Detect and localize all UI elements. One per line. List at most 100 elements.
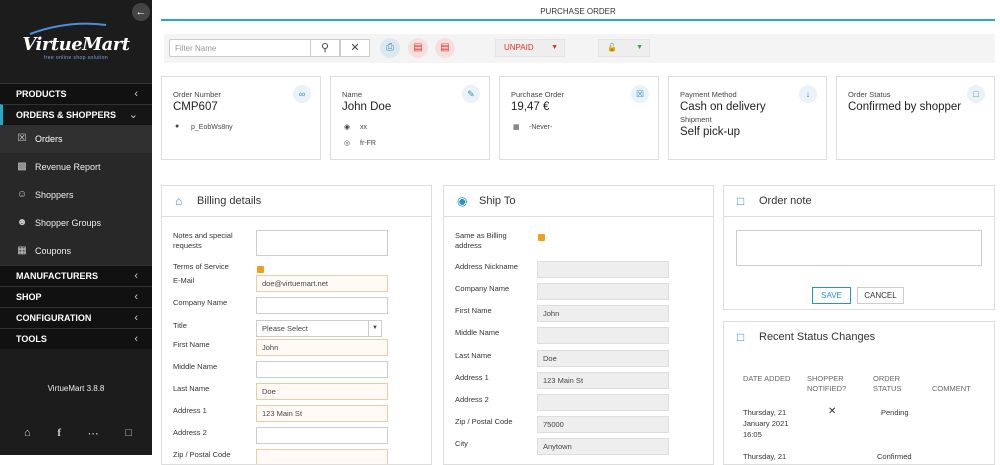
order-number-value: CMP607	[173, 101, 218, 113]
location-icon: ◉	[344, 124, 351, 131]
ship-company-label: Company Name	[455, 284, 510, 293]
caret-down-icon: ▼	[551, 44, 558, 51]
cart-icon: ☒	[17, 133, 27, 144]
search-icon: ⚲	[320, 42, 330, 54]
page-title: PURCHASE ORDER	[161, 0, 995, 21]
order-note-textarea[interactable]	[736, 230, 982, 266]
save-button[interactable]: SAVE	[812, 287, 851, 304]
lock-select[interactable]: 🔓 ▼	[598, 39, 650, 57]
users-icon: ☻	[16, 217, 28, 228]
last-name-field[interactable]: Doe	[256, 383, 388, 400]
clear-button[interactable]: ✕	[340, 39, 370, 57]
title-select-value: Please Select	[262, 324, 308, 333]
comment-icon[interactable]: □	[967, 85, 985, 103]
lock-icon: □	[737, 194, 745, 208]
sidebar-menu: PRODUCTS ‹ ORDERS & SHOPPERS ⌄ ☒ Orders ▩ Reven…	[0, 83, 152, 349]
order-pass: p_EobWs8ny	[191, 124, 233, 131]
ship-middle-name-label: Middle Name	[455, 328, 500, 337]
menu-section-products[interactable]: PRODUCTS ‹	[0, 83, 152, 104]
order-status-select[interactable]: UNPAID ▼	[495, 39, 565, 57]
menu-section-label: CONFIGURATION	[16, 313, 92, 323]
arrow-left-icon: ←	[135, 6, 147, 18]
row2-status: Confirmed	[877, 452, 912, 461]
ship-first-name-field[interactable]: John	[537, 305, 669, 322]
filter-name-input[interactable]: Filter Name	[169, 39, 312, 57]
ship-address1-field[interactable]: 123 Main St	[537, 372, 669, 389]
email-label: E-Mail	[173, 276, 195, 285]
customer-name-label: Name	[342, 90, 363, 99]
collapse-sidebar-button[interactable]: ←	[132, 3, 150, 21]
ship-last-name-field[interactable]: Doe	[537, 350, 669, 367]
order-note-title: Order note	[759, 195, 812, 207]
sidebar-item-label: Orders	[35, 134, 63, 144]
status-changes-panel: □ Recent Status Changes DATE ADDED SHOPP…	[723, 321, 995, 465]
shipment-label: Shipment	[680, 115, 712, 124]
print-button[interactable]: ⎙	[380, 38, 400, 58]
payment-method-label: Payment Method	[680, 90, 737, 99]
home-icon[interactable]: ⌂	[24, 427, 31, 440]
email-field[interactable]: doe@virtuemart.net	[256, 275, 388, 292]
toolbar: Filter Name ⚲ ✕ ⎙ ▤ ▤ UNPAID ▼ 🔓 ▼	[164, 34, 995, 63]
cancel-button[interactable]: CANCEL	[857, 287, 904, 304]
order-status-value: Confirmed by shopper	[848, 101, 962, 113]
calendar-icon: ▦	[513, 124, 520, 131]
arrow-down-icon[interactable]: ↓	[799, 85, 817, 103]
menu-section-tools[interactable]: TOOLS ‹	[0, 328, 152, 349]
title-select[interactable]: Please Select ▼	[256, 320, 382, 337]
logo-swoosh-icon	[29, 22, 107, 35]
menu-section-manufacturers[interactable]: MANUFACTURERS ‹	[0, 265, 152, 286]
title-label: Title	[173, 321, 187, 330]
menu-section-orders-shoppers[interactable]: ORDERS & SHOPPERS ⌄	[0, 104, 152, 125]
first-name-field[interactable]: John	[256, 339, 388, 356]
menu-section-configuration[interactable]: CONFIGURATION ‹	[0, 307, 152, 328]
pdf-invoice-button[interactable]: ▤	[408, 38, 428, 58]
search-button[interactable]: ⚲	[310, 39, 340, 57]
more-icon[interactable]: ⋯	[88, 427, 99, 440]
version-label: VirtueMart 3.8.8	[47, 384, 105, 393]
facebook-icon[interactable]: f	[57, 427, 61, 440]
home-icon: ⌂	[175, 194, 183, 208]
chat-icon[interactable]: □	[125, 427, 132, 440]
ship-address1-label: Address 1	[455, 373, 489, 382]
tos-label: Terms of Service	[173, 262, 229, 271]
company-field[interactable]	[256, 297, 388, 314]
menu-section-label: PRODUCTS	[16, 89, 67, 99]
sidebar-item-orders[interactable]: ☒ Orders	[0, 125, 152, 153]
shipto-header: ◉ Ship To	[444, 186, 713, 217]
sidebar-item-shoppers[interactable]: ☺ Shoppers	[0, 181, 152, 209]
tos-checkbox[interactable]	[257, 266, 264, 273]
notes-textarea[interactable]	[256, 230, 388, 256]
sidebar-item-label: Shoppers	[35, 190, 74, 200]
sidebar-item-shopper-groups[interactable]: ☻ Shopper Groups	[0, 209, 152, 237]
middle-name-field[interactable]	[256, 361, 388, 378]
cart-icon[interactable]: ☒	[631, 85, 649, 103]
sidebar-item-revenue-report[interactable]: ▩ Revenue Report	[0, 153, 152, 181]
same-as-billing-label: Same as Billing address	[455, 231, 507, 250]
order-note-panel: □ Order note SAVE CANCEL	[723, 185, 995, 310]
billing-title: Billing details	[197, 195, 262, 207]
col-notified-header: SHOPPER NOTIFIED?	[807, 374, 847, 393]
zip-field[interactable]	[256, 449, 388, 464]
logo: VirtueMart free online shop solution	[0, 22, 152, 66]
address2-field[interactable]	[256, 427, 388, 444]
ship-zip-field[interactable]: 75000	[537, 416, 669, 433]
sidebar-item-coupons[interactable]: ▦ Coupons	[0, 237, 152, 265]
close-icon: ✕	[350, 42, 360, 54]
nickname-field[interactable]	[537, 261, 669, 278]
pdf-delivery-button[interactable]: ▤	[435, 38, 455, 58]
link-icon[interactable]: ∞	[293, 85, 311, 103]
address1-field[interactable]: 123 Main St	[256, 405, 388, 422]
ship-city-field[interactable]: Anytown	[537, 438, 669, 455]
purchase-order-date: -Never-	[529, 124, 553, 131]
edit-icon[interactable]: ✎	[462, 85, 480, 103]
same-as-billing-checkbox[interactable]	[538, 234, 545, 241]
middle-name-label: Middle Name	[173, 362, 218, 371]
menu-section-shop[interactable]: SHOP ‹	[0, 286, 152, 307]
ship-company-field[interactable]	[537, 283, 669, 300]
ship-address2-field[interactable]	[537, 394, 669, 411]
ship-city-label: City	[455, 439, 468, 448]
col-date-header: DATE ADDED	[743, 374, 791, 383]
zip-label: Zip / Postal Code	[173, 450, 231, 459]
customer-name-value: John Doe	[342, 101, 392, 113]
ship-middle-name-field[interactable]	[537, 327, 669, 344]
